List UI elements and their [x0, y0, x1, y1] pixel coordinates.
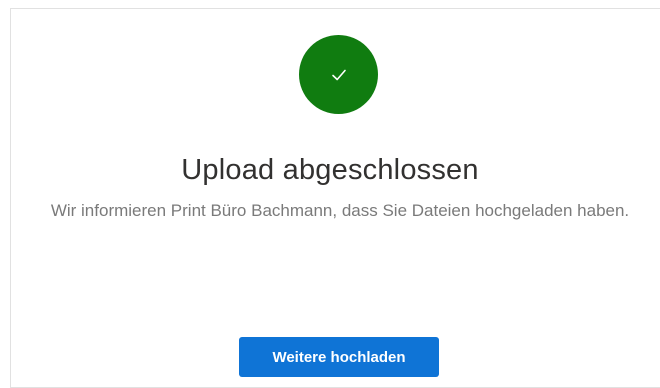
upload-more-button[interactable]: Weitere hochladen: [239, 337, 439, 377]
success-badge: [299, 35, 378, 114]
confirmation-message: Wir informieren Print Büro Bachmann, das…: [50, 201, 630, 220]
checkmark-icon: [331, 69, 346, 80]
page-title: Upload abgeschlossen: [181, 154, 479, 186]
